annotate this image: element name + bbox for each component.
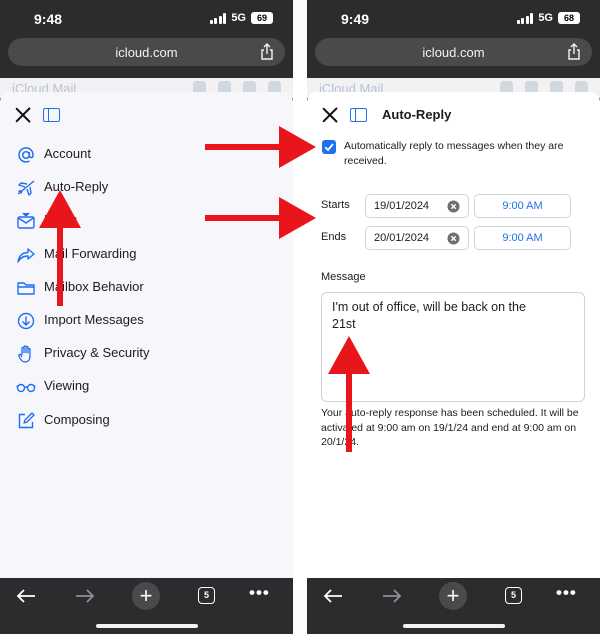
- browser-toolbar: + 5 •••: [307, 578, 600, 634]
- status-time: 9:49: [341, 11, 370, 27]
- menu-label: Viewing: [44, 378, 90, 394]
- menu-label: Import Messages: [44, 311, 144, 327]
- forward-arrow-icon[interactable]: [381, 588, 403, 604]
- folder-icon: [17, 282, 35, 295]
- left-phone-screen: 9:48 5G 69 icloud.com iCloud Mail Accoun…: [0, 0, 293, 634]
- menu-item-mail-forwarding[interactable]: Mail Forwarding: [0, 238, 293, 271]
- home-indicator: [403, 624, 505, 628]
- airplane-icon: [17, 180, 35, 196]
- tab-count: 5: [203, 590, 209, 600]
- close-icon[interactable]: [321, 106, 339, 124]
- sidebar-toggle-icon[interactable]: [43, 108, 60, 122]
- glasses-icon: [16, 384, 36, 393]
- back-arrow-icon[interactable]: [322, 588, 344, 604]
- compose-icon: [18, 411, 35, 428]
- plus-icon: +: [446, 583, 460, 608]
- at-icon: [18, 147, 34, 163]
- sidebar-toggle-icon[interactable]: [350, 108, 367, 122]
- close-icon[interactable]: [14, 106, 32, 124]
- home-indicator: [96, 624, 198, 628]
- menu-label: Mailbox Behavior: [44, 278, 144, 294]
- new-tab-button[interactable]: +: [132, 582, 160, 610]
- new-tab-button[interactable]: +: [439, 582, 467, 610]
- schedule-note: Your auto-reply response has been schedu…: [321, 407, 579, 448]
- import-icon: [17, 312, 35, 330]
- tabs-button[interactable]: 5: [198, 587, 215, 604]
- start-date-value: 19/01/2024: [374, 200, 430, 212]
- network-type: 5G: [538, 12, 553, 24]
- share-icon[interactable]: [566, 43, 582, 61]
- url-text: icloud.com: [422, 45, 485, 60]
- status-indicators: 5G 68: [516, 12, 580, 24]
- tab-count: 5: [510, 590, 516, 600]
- menu-item-account[interactable]: Account: [0, 138, 293, 171]
- more-icon[interactable]: •••: [249, 584, 270, 601]
- menu-label: Rules: [44, 212, 78, 228]
- mail-filter-icon: [17, 213, 35, 230]
- share-icon[interactable]: [259, 43, 275, 61]
- screenshot-canvas: 9:48 5G 69 icloud.com iCloud Mail Accoun…: [0, 0, 600, 634]
- menu-label: Privacy & Security: [44, 345, 150, 361]
- message-textarea[interactable]: I'm out of office, will be back on the 2…: [321, 292, 585, 402]
- status-bar: 9:49 5G 68: [307, 0, 600, 38]
- battery-icon: 68: [558, 12, 580, 24]
- battery-icon: 69: [251, 12, 273, 24]
- forward-icon: [17, 247, 35, 263]
- tabs-button[interactable]: 5: [505, 587, 522, 604]
- start-date-field[interactable]: 19/01/2024: [365, 194, 469, 218]
- plus-icon: +: [139, 583, 153, 608]
- menu-item-rules[interactable]: Rules: [0, 204, 293, 237]
- status-indicators: 5G 69: [209, 12, 273, 24]
- clear-icon[interactable]: [447, 232, 460, 245]
- menu-item-import-messages[interactable]: Import Messages: [0, 304, 293, 337]
- message-label: Message: [321, 271, 366, 283]
- ends-label: Ends: [321, 231, 347, 243]
- forward-arrow-icon[interactable]: [74, 588, 96, 604]
- auto-reply-checkbox[interactable]: [322, 140, 336, 154]
- menu-label: Mail Forwarding: [44, 245, 137, 261]
- end-date-field[interactable]: 20/01/2024: [365, 226, 469, 250]
- menu-item-composing[interactable]: Composing: [0, 404, 293, 437]
- menu-label: Account: [44, 146, 91, 161]
- auto-reply-sheet: Auto-Reply Automatically reply to messag…: [307, 92, 600, 578]
- checkmark-icon: [324, 143, 334, 152]
- end-time-field[interactable]: 9:00 AM: [474, 226, 571, 250]
- start-time-value: 9:00 AM: [502, 200, 543, 212]
- clear-icon[interactable]: [447, 200, 460, 213]
- address-bar[interactable]: icloud.com: [8, 38, 285, 66]
- signal-icon: [209, 12, 227, 24]
- starts-label: Starts: [321, 199, 350, 211]
- network-type: 5G: [231, 12, 246, 24]
- sheet-title: Auto-Reply: [382, 107, 452, 122]
- back-arrow-icon[interactable]: [15, 588, 37, 604]
- more-icon[interactable]: •••: [556, 584, 577, 601]
- status-bar: 9:48 5G 69: [0, 0, 293, 38]
- status-time: 9:48: [34, 11, 63, 27]
- menu-item-viewing[interactable]: Viewing: [0, 370, 293, 403]
- menu-item-privacy-security[interactable]: Privacy & Security: [0, 337, 293, 370]
- settings-menu: Account Auto-Reply Rules Mail Forwarding…: [0, 138, 293, 437]
- address-bar[interactable]: icloud.com: [315, 38, 592, 66]
- url-text: icloud.com: [115, 45, 178, 60]
- message-text: I'm out of office, will be back on the 2…: [332, 300, 526, 331]
- start-time-field[interactable]: 9:00 AM: [474, 194, 571, 218]
- right-phone-screen: 9:49 5G 68 icloud.com iCloud Mail Auto-R…: [307, 0, 600, 634]
- browser-toolbar: + 5 •••: [0, 578, 293, 634]
- settings-sheet: Account Auto-Reply Rules Mail Forwarding…: [0, 92, 293, 578]
- menu-label: Auto-Reply: [44, 179, 109, 195]
- end-date-value: 20/01/2024: [374, 232, 430, 244]
- auto-reply-label: Automatically reply to messages when the…: [344, 140, 564, 167]
- hand-icon: [18, 345, 31, 363]
- menu-label: Composing: [44, 411, 110, 427]
- end-time-value: 9:00 AM: [502, 232, 543, 244]
- signal-icon: [516, 12, 534, 24]
- menu-item-auto-reply[interactable]: Auto-Reply: [0, 171, 293, 204]
- menu-item-mailbox-behavior[interactable]: Mailbox Behavior: [0, 271, 293, 304]
